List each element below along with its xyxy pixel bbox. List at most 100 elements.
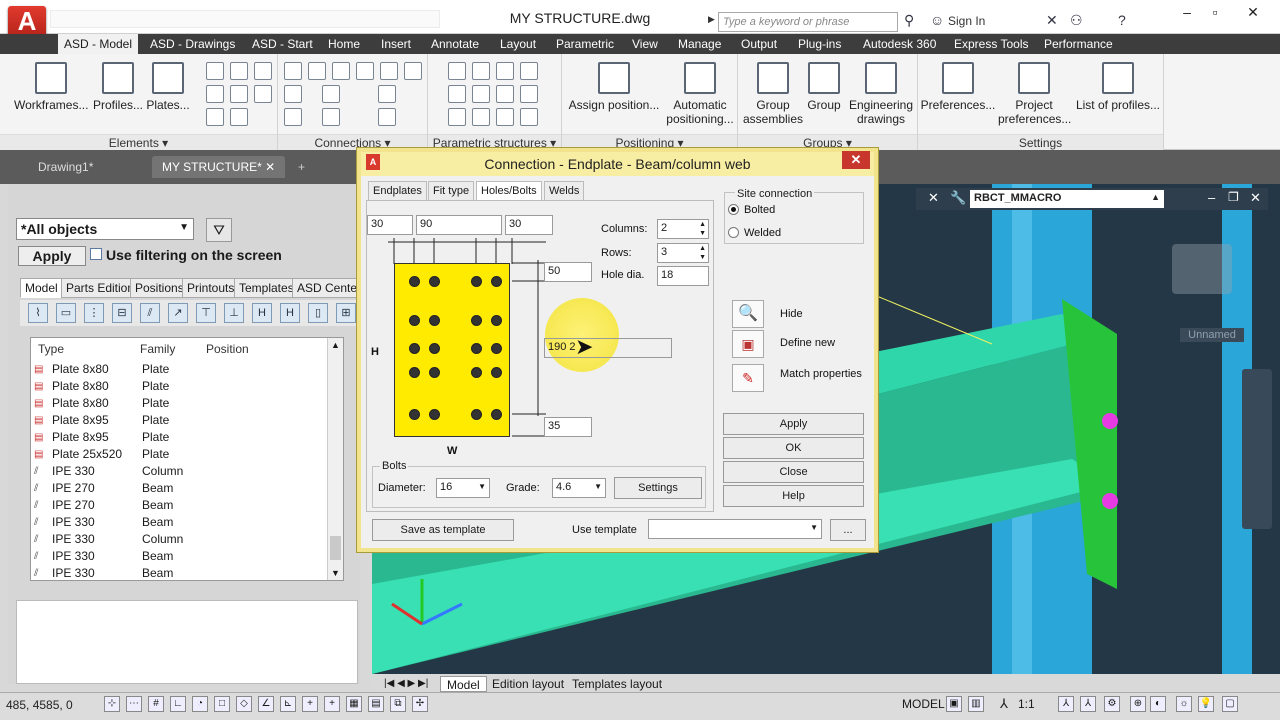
define-new-icon[interactable]: ▣: [732, 330, 764, 358]
stay-connected-icon[interactable]: ⚇: [1070, 12, 1083, 29]
dialog-tab-fit-type[interactable]: Fit type: [428, 181, 475, 201]
row-spacing-input[interactable]: 190 2: [544, 338, 672, 358]
structure-icon[interactable]: [472, 85, 490, 103]
quick-view-layouts-icon[interactable]: ▣: [946, 696, 962, 712]
list-item[interactable]: ⫽ IPE 330 Beam: [32, 514, 328, 531]
connection-icon[interactable]: [356, 62, 374, 80]
top-edge-distance-input[interactable]: 50: [544, 262, 592, 282]
list-item[interactable]: ⫽ IPE 270 Beam: [32, 497, 328, 514]
list-item[interactable]: ▤ Plate 8x95 Plate: [32, 429, 328, 446]
workframe-filter-icon[interactable]: ⌇: [28, 303, 48, 323]
match-properties-icon[interactable]: ✎: [732, 364, 764, 392]
base-filter-icon[interactable]: ⊥: [224, 303, 244, 323]
welded-radio[interactable]: [728, 227, 739, 238]
structure-icon[interactable]: [520, 108, 538, 126]
dialog-tab-welds[interactable]: Welds: [544, 181, 585, 201]
object-filter-dropdown[interactable]: *All objects ▼: [16, 218, 194, 240]
list-item[interactable]: ▤ Plate 8x80 Plate: [32, 361, 328, 378]
structure-icon[interactable]: [496, 62, 514, 80]
scrollbar-thumb[interactable]: [330, 536, 341, 560]
doc-tab-my-structure[interactable]: MY STRUCTURE* ✕: [152, 156, 286, 178]
close-button[interactable]: Close: [723, 461, 864, 483]
column-filter-icon[interactable]: H: [280, 303, 300, 323]
connection-icon[interactable]: [332, 62, 350, 80]
layout-tab-edition[interactable]: Edition layout: [486, 676, 570, 692]
connection-icon[interactable]: [404, 62, 422, 80]
help-icon[interactable]: ?: [1118, 12, 1126, 28]
hole-diameter-input[interactable]: 18: [657, 266, 709, 286]
layout-tab-model[interactable]: Model: [440, 676, 487, 692]
connection-icon[interactable]: [308, 62, 326, 80]
structure-icon[interactable]: [448, 108, 466, 126]
clean-screen-icon[interactable]: ▢: [1222, 696, 1238, 712]
plate-filter-icon[interactable]: ▭: [56, 303, 76, 323]
profiles-button[interactable]: Profiles...: [90, 62, 146, 112]
lineweight-icon[interactable]: +: [324, 696, 340, 712]
tab-printouts[interactable]: Printouts: [182, 278, 240, 298]
dyn-icon[interactable]: +: [302, 696, 318, 712]
lock-icon[interactable]: ⊕: [1130, 696, 1146, 712]
quick-properties-icon[interactable]: ▤: [368, 696, 384, 712]
preferences-button[interactable]: Preferences...: [920, 62, 996, 112]
list-item[interactable]: ⫽ IPE 330 Column: [32, 531, 328, 548]
project-preferences-button[interactable]: Project preferences...: [998, 62, 1071, 126]
profile-filter-icon[interactable]: ⫽: [140, 303, 160, 323]
browse-template-button[interactable]: ...: [830, 519, 866, 541]
connection-icon[interactable]: [322, 85, 340, 103]
tab-performance[interactable]: Performance: [1038, 34, 1119, 54]
close-icon[interactable]: ✕: [1250, 190, 1261, 206]
scroll-down-icon[interactable]: ▼: [331, 568, 340, 578]
list-item[interactable]: ▤ Plate 8x80 Plate: [32, 395, 328, 412]
magnifier-icon[interactable]: 🔍: [732, 300, 764, 328]
ortho-icon[interactable]: ∟: [170, 696, 186, 712]
connection-icon[interactable]: [380, 62, 398, 80]
infer-constraints-icon[interactable]: ⊹: [104, 696, 120, 712]
quick-access-toolbar[interactable]: [50, 10, 440, 28]
list-item[interactable]: ⫽ IPE 330 Beam: [32, 548, 328, 565]
annotation-scale-icon[interactable]: ⅄: [1000, 696, 1008, 712]
sign-in-link[interactable]: Sign In: [948, 14, 985, 28]
tab-model[interactable]: Model: [20, 278, 63, 298]
macro-command-field[interactable]: RBCT_MMACRO ▲: [970, 190, 1164, 208]
structure-icon[interactable]: [448, 62, 466, 80]
osnap-icon[interactable]: □: [214, 696, 230, 712]
connection-icon[interactable]: [378, 108, 396, 126]
grade-dropdown[interactable]: 4.6 ▼: [552, 478, 606, 498]
dialog-tab-endplates[interactable]: Endplates: [368, 181, 427, 201]
viewcube[interactable]: [1172, 244, 1232, 294]
spin-arrows-icon[interactable]: ▲ ▼: [699, 220, 706, 238]
weld-filter-icon[interactable]: ⊟: [112, 303, 132, 323]
tab-positions[interactable]: Positions: [130, 278, 189, 298]
tab-view[interactable]: View: [626, 34, 664, 54]
tool-icon[interactable]: [206, 108, 224, 126]
exchange-icon[interactable]: ✕: [1046, 12, 1058, 29]
structure-icon[interactable]: [496, 108, 514, 126]
structure-icon[interactable]: [520, 62, 538, 80]
tab-annotate[interactable]: Annotate: [425, 34, 485, 54]
engineering-drawings-button[interactable]: Engineering drawings: [844, 62, 918, 126]
list-item[interactable]: ▤ Plate 25x520 Plate: [32, 446, 328, 463]
grid-icon[interactable]: #: [148, 696, 164, 712]
rows-spinner[interactable]: 3 ▲ ▼: [657, 243, 709, 263]
bolt-settings-button[interactable]: Settings: [614, 477, 702, 499]
tool-icon[interactable]: [230, 85, 248, 103]
layout-tab-templates[interactable]: Templates layout: [566, 676, 668, 692]
annotation-visibility-icon[interactable]: ⅄: [1058, 696, 1074, 712]
tab-output[interactable]: Output: [735, 34, 783, 54]
hardware-acceleration-icon[interactable]: ◐: [1150, 696, 1166, 712]
automatic-positioning-button[interactable]: Automatic positioning...: [664, 62, 736, 126]
filter-icon[interactable]: ⛛: [206, 218, 232, 242]
navigation-bar[interactable]: [1242, 369, 1272, 529]
tab-asd-center[interactable]: ASD Center: [292, 278, 367, 298]
list-item[interactable]: ⫽ IPE 330 Beam: [32, 565, 328, 582]
structure-icon[interactable]: [448, 85, 466, 103]
structure-icon[interactable]: [520, 85, 538, 103]
spin-arrows-icon[interactable]: ▲ ▼: [699, 244, 706, 262]
list-of-profiles-button[interactable]: List of profiles...: [1072, 62, 1164, 112]
group-button[interactable]: Group: [804, 62, 844, 112]
workspace-switching-icon[interactable]: ⚙: [1104, 696, 1120, 712]
wrench-icon[interactable]: 🔧: [950, 190, 966, 206]
list-item[interactable]: ⫽ IPE 270 Beam: [32, 480, 328, 497]
connection-icon[interactable]: [284, 62, 302, 80]
dialog-close-button[interactable]: ✕: [842, 151, 870, 169]
